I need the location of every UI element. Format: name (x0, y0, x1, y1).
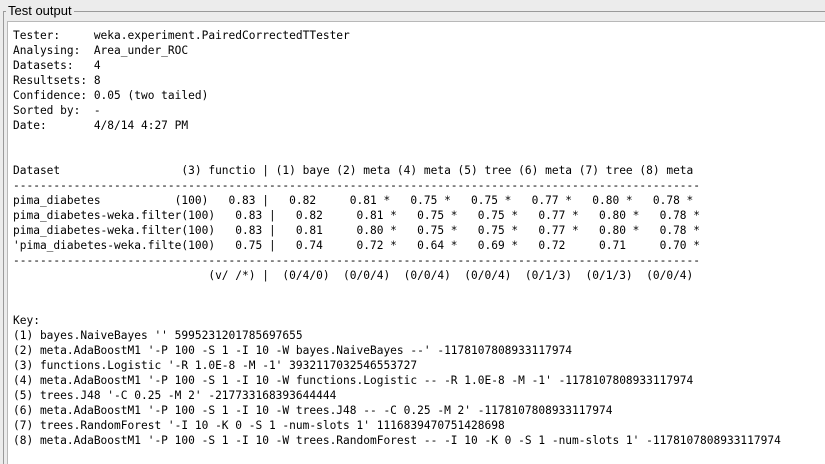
output-line: Resultsets: 8 (13, 74, 101, 87)
key-item: (8) meta.AdaBoostM1 '-P 100 -S 1 -I 10 -… (13, 434, 781, 447)
table-divider: ----------------------------------------… (13, 254, 701, 267)
output-line: Sorted by: - (13, 104, 101, 117)
key-item: (6) meta.AdaBoostM1 '-P 100 -S 1 -I 10 -… (13, 404, 613, 417)
table-row: pima_diabetes (100) 0.83 | 0.82 0.81 * 0… (13, 194, 694, 207)
key-heading: Key: (13, 314, 40, 327)
table-row: pima_diabetes-weka.filter(100) 0.83 | 0.… (13, 209, 701, 222)
panel-title: Test output (6, 3, 74, 18)
table-summary-row: (v/ /*) | (0/4/0) (0/0/4) (0/0/4) (0/0/4… (13, 269, 694, 282)
output-line: Datasets: 4 (13, 59, 101, 72)
key-item: (2) meta.AdaBoostM1 '-P 100 -S 1 -I 10 -… (13, 344, 573, 357)
key-item: (4) meta.AdaBoostM1 '-P 100 -S 1 -I 10 -… (13, 374, 694, 387)
table-row: 'pima_diabetes-weka.filte(100) 0.75 | 0.… (13, 239, 701, 252)
test-output-textarea[interactable]: Tester: weka.experiment.PairedCorrectedT… (7, 21, 825, 464)
key-item: (5) trees.J48 '-C 0.25 -M 2' -2177331683… (13, 389, 337, 402)
output-line: Tester: weka.experiment.PairedCorrectedT… (13, 29, 350, 42)
table-row: pima_diabetes-weka.filter(100) 0.83 | 0.… (13, 224, 701, 237)
table-header: Dataset (3) functio | (1) baye (2) meta … (13, 164, 694, 177)
key-item: (7) trees.RandomForest '-I 10 -K 0 -S 1 … (13, 419, 505, 432)
key-item: (3) functions.Logistic '-R 1.0E-8 -M -1'… (13, 359, 418, 372)
output-line: Date: 4/8/14 4:27 PM (13, 119, 189, 132)
output-text: Tester: weka.experiment.PairedCorrectedT… (13, 28, 781, 448)
table-divider: ----------------------------------------… (13, 179, 701, 192)
output-line: Confidence: 0.05 (two tailed) (13, 89, 209, 102)
output-line: Analysing: Area_under_ROC (13, 44, 189, 57)
key-item: (1) bayes.NaiveBayes '' 5995231201785697… (13, 329, 303, 342)
